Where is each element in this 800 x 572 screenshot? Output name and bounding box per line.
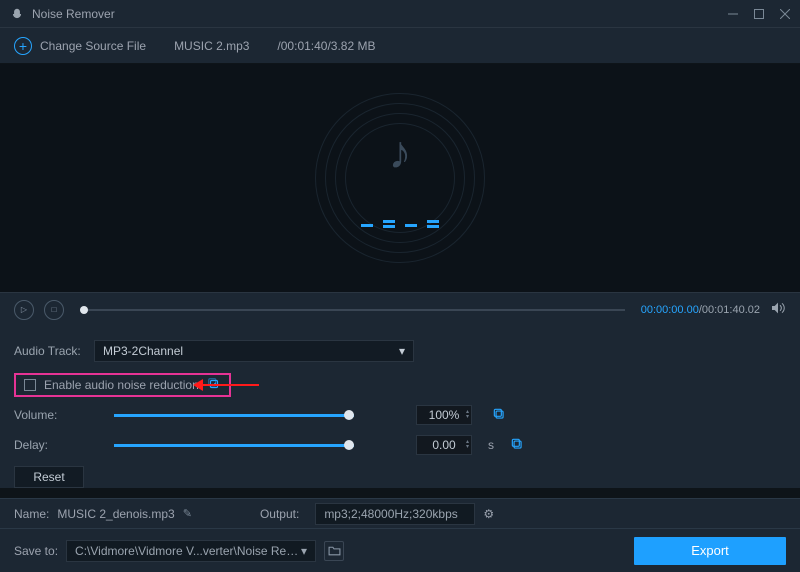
- delay-stepper[interactable]: ▴▾: [466, 440, 469, 450]
- maximize-icon[interactable]: [754, 9, 764, 19]
- audio-track-value: MP3-2Channel: [103, 344, 183, 358]
- delay-knob[interactable]: [344, 440, 354, 450]
- minimize-icon[interactable]: [728, 9, 738, 19]
- time-display: 00:00:00.00/00:01:40.02: [641, 304, 760, 316]
- output-settings-icon[interactable]: ⚙: [483, 507, 494, 521]
- reset-button[interactable]: Reset: [14, 466, 84, 488]
- saveto-select[interactable]: C:\Vidmore\Vidmore V...verter\Noise Remo…: [66, 540, 316, 562]
- time-current: 00:00:00.00: [641, 304, 699, 316]
- preview-area: ♪: [0, 64, 800, 292]
- seek-knob[interactable]: [80, 306, 88, 314]
- change-source-button[interactable]: + Change Source File: [14, 37, 146, 55]
- output-label: Output:: [260, 507, 299, 521]
- music-note-icon: ♪: [389, 125, 412, 179]
- delay-value: 0.00: [432, 438, 455, 452]
- speaker-icon[interactable]: [770, 301, 786, 318]
- noise-reduction-checkbox[interactable]: [24, 379, 36, 391]
- noise-reduction-label: Enable audio noise reduction: [44, 378, 199, 392]
- name-value: MUSIC 2_denois.mp3: [57, 507, 174, 521]
- volume-knob[interactable]: [344, 410, 354, 420]
- delay-input[interactable]: 0.00 ▴▾: [416, 435, 472, 455]
- close-icon[interactable]: [780, 9, 790, 19]
- delay-label: Delay:: [14, 438, 84, 452]
- chevron-down-icon: ▾: [301, 544, 307, 558]
- audio-track-select[interactable]: MP3-2Channel ▾: [94, 340, 414, 362]
- output-name-row: Name: MUSIC 2_denois.mp3 ✎ Output: mp3;2…: [0, 498, 800, 528]
- app-logo-icon: [10, 7, 24, 21]
- open-folder-icon[interactable]: [324, 541, 344, 561]
- source-toolbar: + Change Source File MUSIC 2.mp3 /00:01:…: [0, 28, 800, 64]
- volume-input[interactable]: 100% ▴▾: [416, 405, 472, 425]
- saveto-label: Save to:: [14, 544, 58, 558]
- equalizer-icon: [361, 224, 439, 228]
- volume-apply-icon[interactable]: [492, 407, 506, 424]
- volume-stepper[interactable]: ▴▾: [466, 410, 469, 420]
- export-button[interactable]: Export: [634, 537, 786, 565]
- options-panel: Audio Track: MP3-2Channel ▾ Enable audio…: [0, 326, 800, 488]
- export-label: Export: [691, 543, 729, 558]
- change-source-label: Change Source File: [40, 39, 146, 53]
- name-label: Name:: [14, 507, 49, 521]
- transport-bar: ▷ □ 00:00:00.00/00:01:40.02: [0, 292, 800, 326]
- chevron-down-icon: ▾: [399, 344, 405, 358]
- titlebar: Noise Remover: [0, 0, 800, 28]
- save-row: Save to: C:\Vidmore\Vidmore V...verter\N…: [0, 528, 800, 572]
- delay-unit: s: [488, 438, 494, 452]
- saveto-value: C:\Vidmore\Vidmore V...verter\Noise Remo…: [75, 544, 301, 558]
- edit-name-icon[interactable]: ✎: [183, 507, 192, 520]
- reset-label: Reset: [33, 470, 64, 484]
- audio-track-label: Audio Track:: [14, 344, 84, 358]
- source-filename: MUSIC 2.mp3: [174, 39, 249, 53]
- output-format-box: mp3;2;48000Hz;320kbps: [315, 503, 475, 525]
- time-total: /00:01:40.02: [699, 304, 760, 316]
- source-fileinfo: /00:01:40/3.82 MB: [277, 39, 375, 53]
- volume-label: Volume:: [14, 408, 84, 422]
- delay-slider[interactable]: [114, 444, 354, 447]
- volume-slider[interactable]: [114, 414, 354, 417]
- stop-button[interactable]: □: [44, 300, 64, 320]
- audio-visualizer: ♪: [315, 93, 485, 263]
- plus-circle-icon: +: [14, 37, 32, 55]
- play-button[interactable]: ▷: [14, 300, 34, 320]
- output-format-value: mp3;2;48000Hz;320kbps: [324, 507, 457, 521]
- volume-value: 100%: [429, 408, 460, 422]
- app-title: Noise Remover: [32, 7, 115, 21]
- seek-slider[interactable]: [80, 309, 625, 311]
- delay-apply-icon[interactable]: [510, 437, 524, 454]
